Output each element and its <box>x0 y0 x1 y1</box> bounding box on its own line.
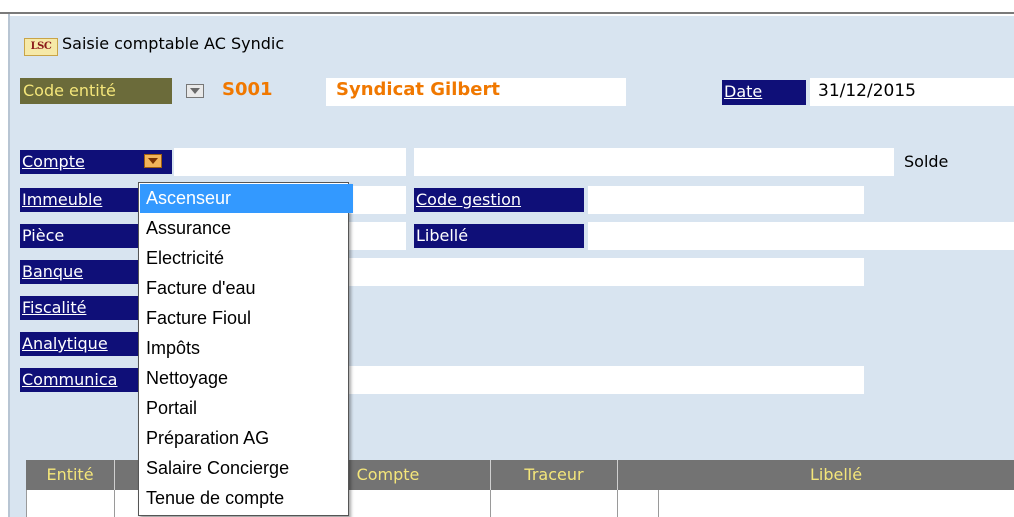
piece-field[interactable] <box>346 222 406 250</box>
compte-dropdown-list[interactable]: Ascenseur Assurance Electricité Facture … <box>138 182 353 516</box>
banque-field[interactable] <box>346 258 864 286</box>
libelle-label: Libellé <box>414 224 584 248</box>
window-top-edge <box>0 0 1014 14</box>
compte-combo-button[interactable] <box>144 154 162 168</box>
date-label-link[interactable]: Date <box>722 80 806 105</box>
dropdown-item-nettoyage[interactable]: Nettoyage <box>140 364 353 393</box>
compte-field[interactable] <box>174 148 406 176</box>
immeuble-field[interactable] <box>346 186 406 214</box>
app-logo-icon: LSC <box>24 38 58 56</box>
date-value: 31/12/2015 <box>818 81 916 101</box>
libelle-field[interactable] <box>588 222 1014 250</box>
row-separator <box>114 490 115 517</box>
chevron-down-icon <box>148 158 158 164</box>
entity-code-value: S001 <box>222 79 273 100</box>
dropdown-item-salaire-concierge[interactable]: Salaire Concierge <box>140 454 353 483</box>
dropdown-item-tenue-de-compte[interactable]: Tenue de compte <box>140 484 353 513</box>
code-gestion-field[interactable] <box>588 186 864 214</box>
dropdown-item-impots[interactable]: Impôts <box>140 334 353 363</box>
column-header-libelle[interactable]: Libellé <box>658 460 1014 490</box>
row-separator <box>617 490 618 517</box>
column-header-traceur[interactable]: Traceur <box>491 460 617 490</box>
window-title: Saisie comptable AC Syndic <box>62 34 285 53</box>
dropdown-item-ascenseur[interactable]: Ascenseur <box>140 184 353 213</box>
dropdown-item-preparation-ag[interactable]: Préparation AG <box>140 424 353 453</box>
dropdown-item-facture-eau[interactable]: Facture d'eau <box>140 274 353 303</box>
communication-field[interactable] <box>346 366 864 394</box>
dropdown-item-assurance[interactable]: Assurance <box>140 214 353 243</box>
column-header-entite[interactable]: Entité <box>26 460 114 490</box>
dropdown-item-electricite[interactable]: Electricité <box>140 244 353 273</box>
dropdown-item-portail[interactable]: Portail <box>140 394 353 423</box>
fiscalite-label-link[interactable]: Fiscalité <box>20 296 140 320</box>
row-separator <box>490 490 491 517</box>
code-entite-label: Code entité <box>20 78 172 104</box>
entity-name-value: Syndicat Gilbert <box>336 79 500 100</box>
analytique-label-link[interactable]: Analytique <box>20 332 140 356</box>
solde-label: Solde <box>904 152 949 171</box>
banque-label-link[interactable]: Banque <box>20 260 140 284</box>
code-gestion-label-link[interactable]: Code gestion <box>414 188 584 212</box>
dropdown-item-facture-fioul[interactable]: Facture Fioul <box>140 304 353 333</box>
entity-combo-button[interactable] <box>186 84 204 98</box>
communication-label-link[interactable]: Communica <box>20 368 140 392</box>
chevron-down-icon <box>190 88 200 94</box>
row-separator <box>26 490 27 517</box>
row-separator <box>658 490 659 517</box>
window-left-edge <box>8 14 10 517</box>
column-header-compte[interactable]: Compte <box>348 460 428 490</box>
column-header-small[interactable] <box>618 460 658 490</box>
immeuble-label-link[interactable]: Immeuble <box>20 188 140 212</box>
compte-description-field <box>414 148 894 176</box>
piece-label: Pièce <box>20 224 140 248</box>
